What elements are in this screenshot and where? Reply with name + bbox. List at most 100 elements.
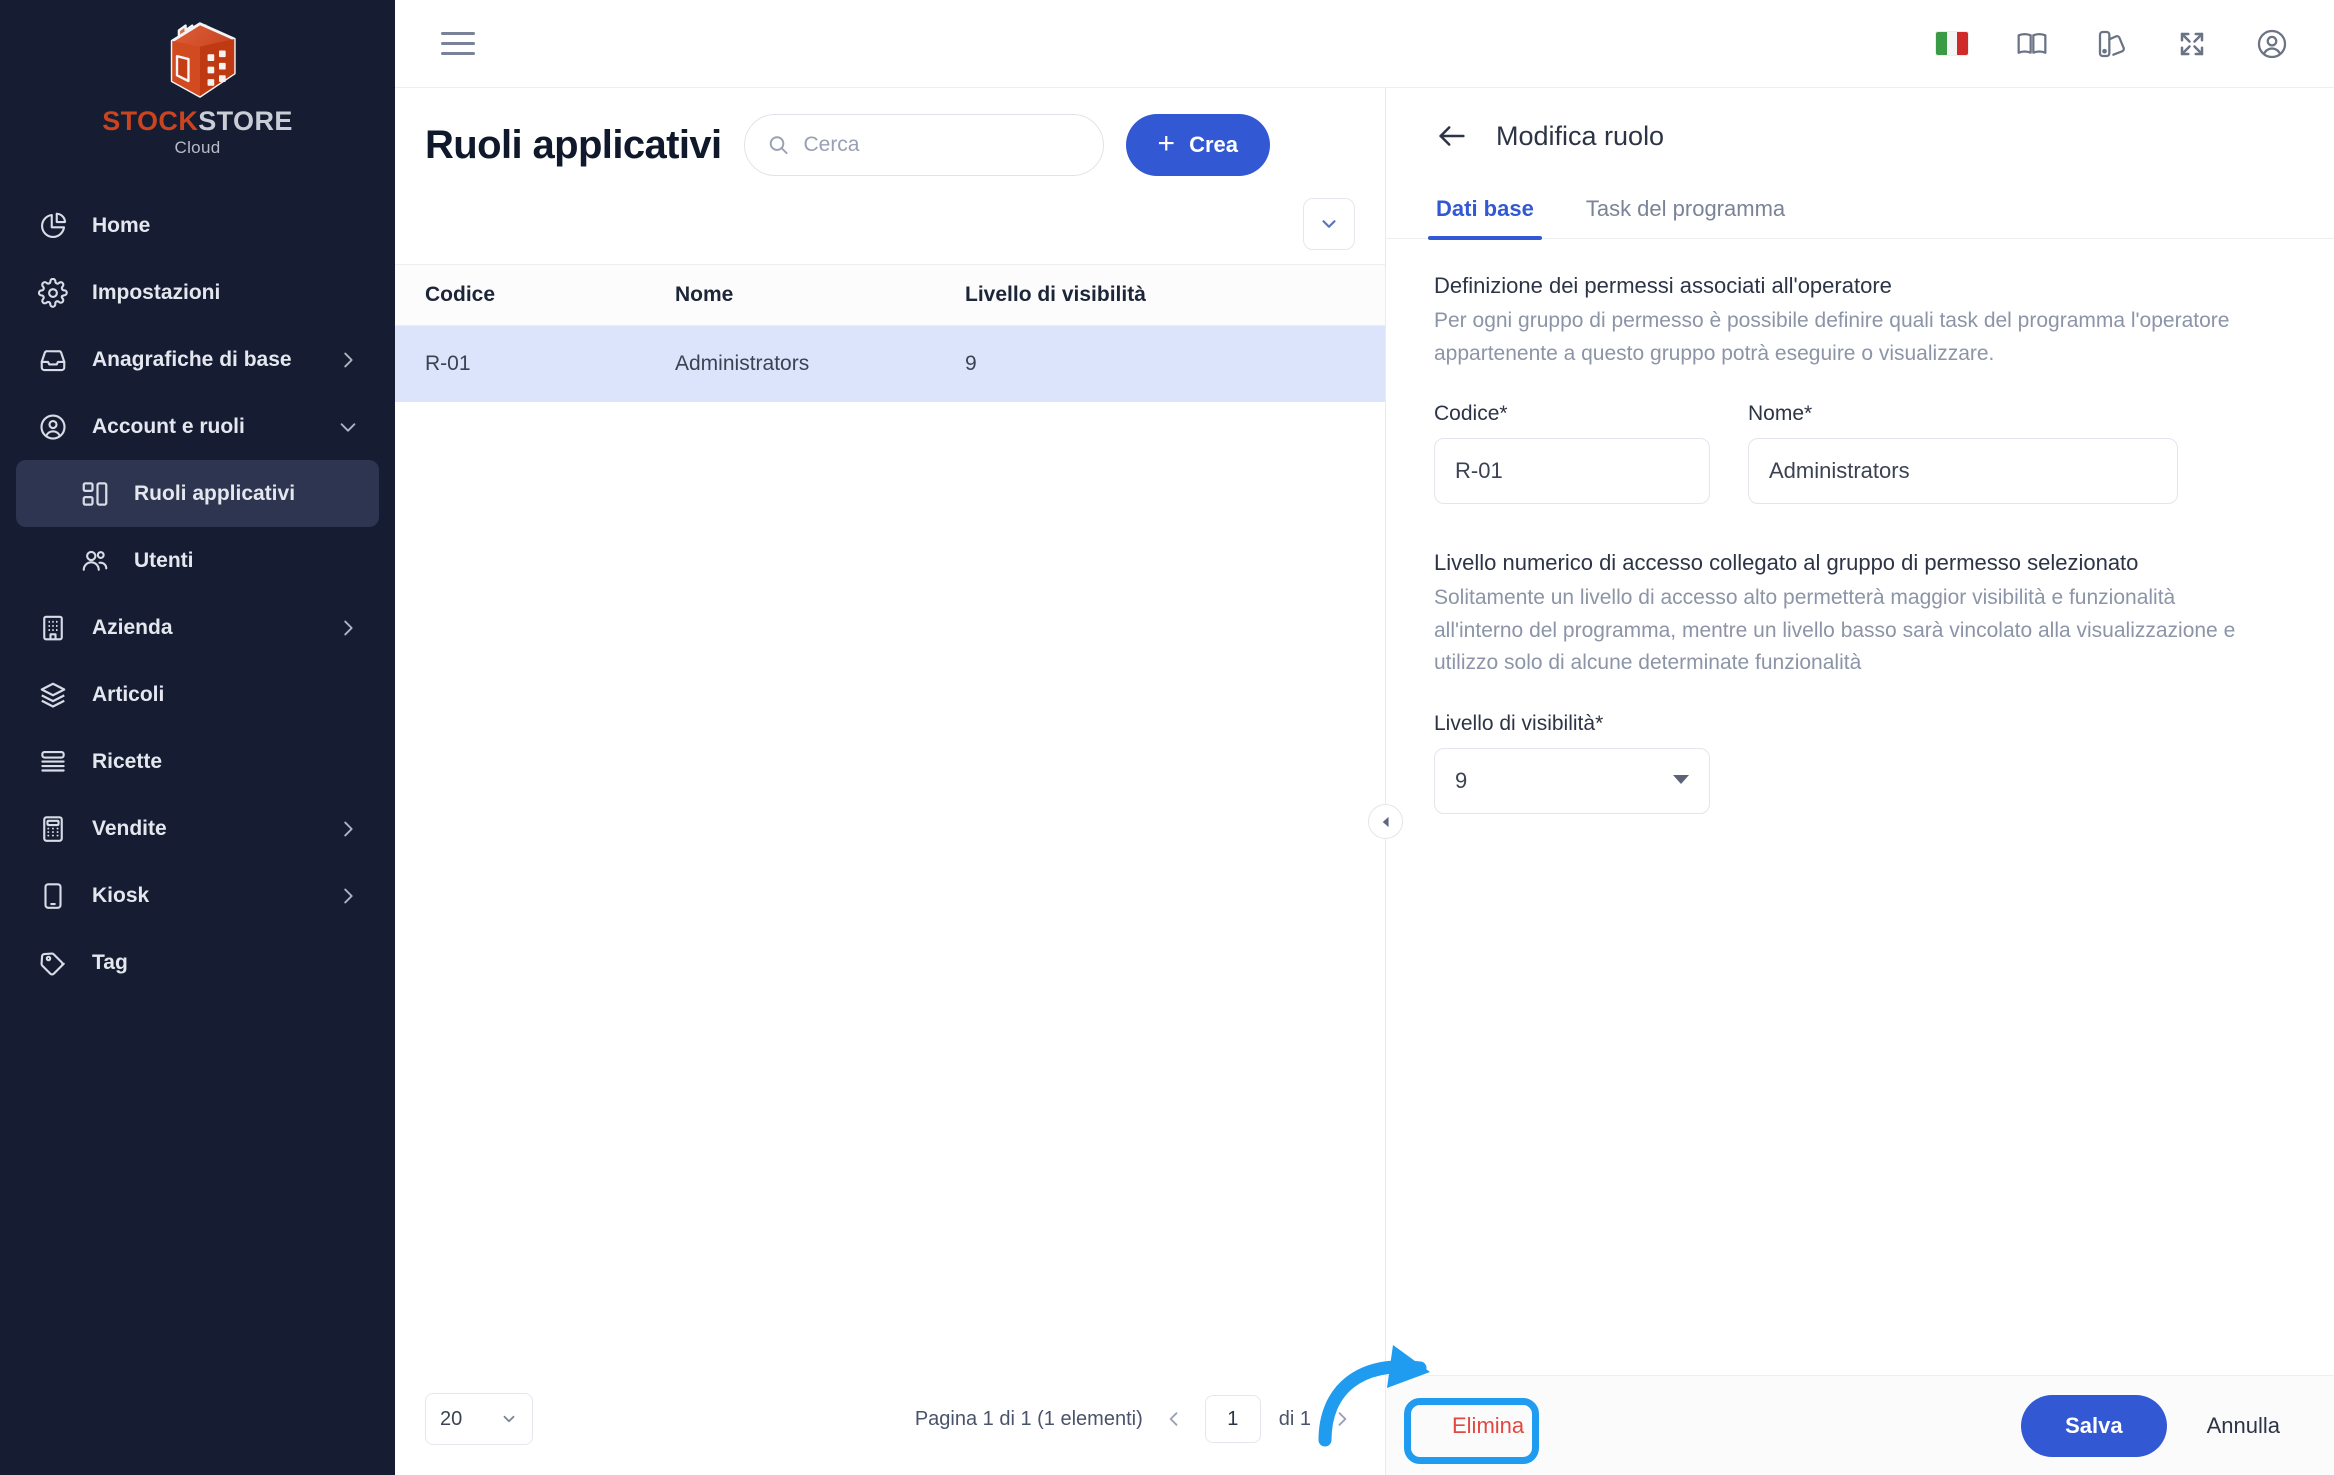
sidebar-item-label: Ruoli applicativi: [134, 481, 296, 505]
chevron-right-icon: [1338, 1412, 1347, 1426]
sidebar-item-label: Impostazioni: [92, 280, 221, 304]
pane-divider: [1368, 88, 1403, 1475]
manual-book-icon[interactable]: [2014, 26, 2050, 62]
chevron-down-icon[interactable]: [337, 416, 359, 438]
pagination-next-button[interactable]: [1329, 1406, 1355, 1432]
field-nome: Nome*: [1748, 402, 2178, 505]
chevron-right-icon[interactable]: [337, 818, 359, 840]
field-row-visibilita: Livello di visibilità* 9: [1434, 712, 2286, 814]
required-marker: *: [1499, 402, 1508, 426]
section1-description: Per ogni gruppo di permesso è possibile …: [1434, 309, 2230, 365]
sidebar-item-account-e-ruoli[interactable]: Account e ruoli: [16, 393, 379, 460]
section2-title: Livello numerico di accesso collegato al…: [1434, 550, 2139, 576]
sidebar-item-tag[interactable]: Tag: [16, 929, 379, 996]
sidebar-item-label: Azienda: [92, 615, 173, 639]
sidebar-item-vendite[interactable]: Vendite: [16, 795, 379, 862]
filter-expand-button[interactable]: [1303, 198, 1355, 250]
fullscreen-expand-icon[interactable]: [2174, 26, 2210, 62]
section1-title: Definizione dei permessi associati all'o…: [1434, 273, 1892, 298]
field-codice-label: Codice*: [1434, 402, 1710, 426]
table-pad-cell: [395, 264, 425, 326]
language-flag-italy-icon[interactable]: [1934, 26, 1970, 62]
top-bar-icons: [1934, 26, 2300, 62]
tag-icon: [36, 946, 70, 980]
warehouse-box-icon: [170, 22, 236, 98]
app-root: STOCKSTORE Cloud Home Impostazioni Anagraf…: [0, 0, 2334, 1475]
column-header-livello[interactable]: Livello di visibilità: [965, 264, 1385, 326]
triangle-left-icon: [1382, 816, 1389, 827]
field-livello-visibilita: Livello di visibilità* 9: [1434, 712, 1710, 814]
brand-name: STOCKSTORE: [102, 108, 293, 135]
section2: Livello numerico di accesso collegato al…: [1434, 550, 2286, 680]
arrow-left-icon: [1439, 126, 1465, 146]
codice-input[interactable]: [1434, 438, 1710, 505]
column-header-nome[interactable]: Nome: [675, 264, 965, 326]
roles-table-body: R-01 Administrators 9: [395, 325, 1385, 402]
cancel-button[interactable]: Annulla: [2201, 1401, 2286, 1451]
back-button[interactable]: [1434, 118, 1470, 154]
hamburger-menu-icon[interactable]: [441, 27, 475, 61]
role-detail-pane: Modifica ruolo Dati base Task del progra…: [1386, 88, 2334, 1475]
sidebar-item-azienda[interactable]: Azienda: [16, 594, 379, 661]
sidebar-item-label: Home: [92, 213, 151, 237]
user-circle-icon: [36, 410, 70, 444]
roles-table: Codice Nome Livello di visibilità R-01 A…: [395, 264, 1385, 402]
chevron-right-icon[interactable]: [337, 617, 359, 639]
table-row[interactable]: R-01 Administrators 9: [395, 325, 1385, 402]
brand-subtitle: Cloud: [174, 138, 221, 157]
sidebar-item-articoli[interactable]: Articoli: [16, 661, 379, 728]
brand-logo[interactable]: STOCKSTORE Cloud: [0, 0, 395, 180]
sidebar-item-ruoli-applicativi[interactable]: Ruoli applicativi: [16, 460, 379, 527]
sidebar-item-label: Ricette: [92, 749, 163, 773]
panel-collapse-handle[interactable]: [1368, 804, 1403, 839]
sidebar-item-ricette[interactable]: Ricette: [16, 728, 379, 795]
section2-description: Solitamente un livello di accesso alto p…: [1434, 586, 2236, 675]
search-icon: [769, 136, 788, 155]
pagination-page-input[interactable]: [1204, 1395, 1261, 1443]
sidebar-item-impostazioni[interactable]: Impostazioni: [16, 259, 379, 326]
chevron-right-icon[interactable]: [337, 885, 359, 907]
tab-dati-base[interactable]: Dati base: [1428, 190, 1542, 240]
pagination-info: Pagina 1 di 1 (1 elementi): [914, 1407, 1143, 1430]
sidebar-item-anagrafiche-di-base[interactable]: Anagrafiche di base: [16, 326, 379, 393]
save-button[interactable]: Salva: [2021, 1394, 2167, 1457]
sidebar-item-label: Kiosk: [92, 883, 150, 907]
create-button[interactable]: + Crea: [1125, 114, 1270, 176]
detail-footer-actions: Salva Annulla: [2021, 1394, 2286, 1457]
tablet-icon: [36, 879, 70, 913]
sidebar-item-utenti[interactable]: Utenti: [16, 527, 379, 594]
roles-list-pane: Ruoli applicativi + Crea: [395, 88, 1385, 1475]
create-button-label: Crea: [1189, 132, 1238, 157]
roles-table-head: Codice Nome Livello di visibilità: [395, 264, 1385, 326]
calculator-icon: [36, 812, 70, 846]
cell-codice: R-01: [425, 325, 675, 402]
sidebar-item-kiosk[interactable]: Kiosk: [16, 862, 379, 929]
sidebar-item-home[interactable]: Home: [16, 192, 379, 259]
nome-input[interactable]: [1748, 438, 2178, 505]
pagination-of-label: di 1: [1278, 1407, 1311, 1430]
tab-task-del-programma[interactable]: Task del programma: [1584, 190, 1787, 238]
field-visibilita-label-text: Livello di visibilità: [1434, 711, 1596, 735]
search-box[interactable]: [743, 114, 1104, 176]
chevron-right-icon[interactable]: [337, 349, 359, 371]
pagination: Pagina 1 di 1 (1 elementi) di 1: [915, 1395, 1355, 1443]
sidebar-nav: Home Impostazioni Anagrafiche di base Accou…: [0, 192, 395, 996]
layers-icon: [36, 678, 70, 712]
search-input[interactable]: [803, 133, 1081, 157]
gear-icon: [36, 276, 70, 310]
visibilita-select-value: 9: [1455, 767, 1468, 793]
detail-tabs: Dati base Task del programma: [1386, 190, 2334, 240]
users-icon: [78, 544, 112, 578]
column-header-codice[interactable]: Codice: [425, 264, 675, 326]
required-marker: *: [1804, 402, 1813, 426]
cell-livello: 9: [965, 325, 1385, 402]
user-account-icon[interactable]: [2254, 26, 2290, 62]
required-marker: *: [1595, 711, 1604, 735]
page-size-select[interactable]: 20: [425, 1393, 533, 1445]
field-codice: Codice*: [1434, 402, 1710, 505]
visibilita-select[interactable]: 9: [1434, 747, 1710, 814]
theme-palette-icon[interactable]: [2094, 26, 2130, 62]
pagination-prev-button[interactable]: [1161, 1406, 1187, 1432]
pie-chart-icon: [36, 209, 70, 243]
sidebar-item-label: Account e ruoli: [92, 414, 245, 438]
